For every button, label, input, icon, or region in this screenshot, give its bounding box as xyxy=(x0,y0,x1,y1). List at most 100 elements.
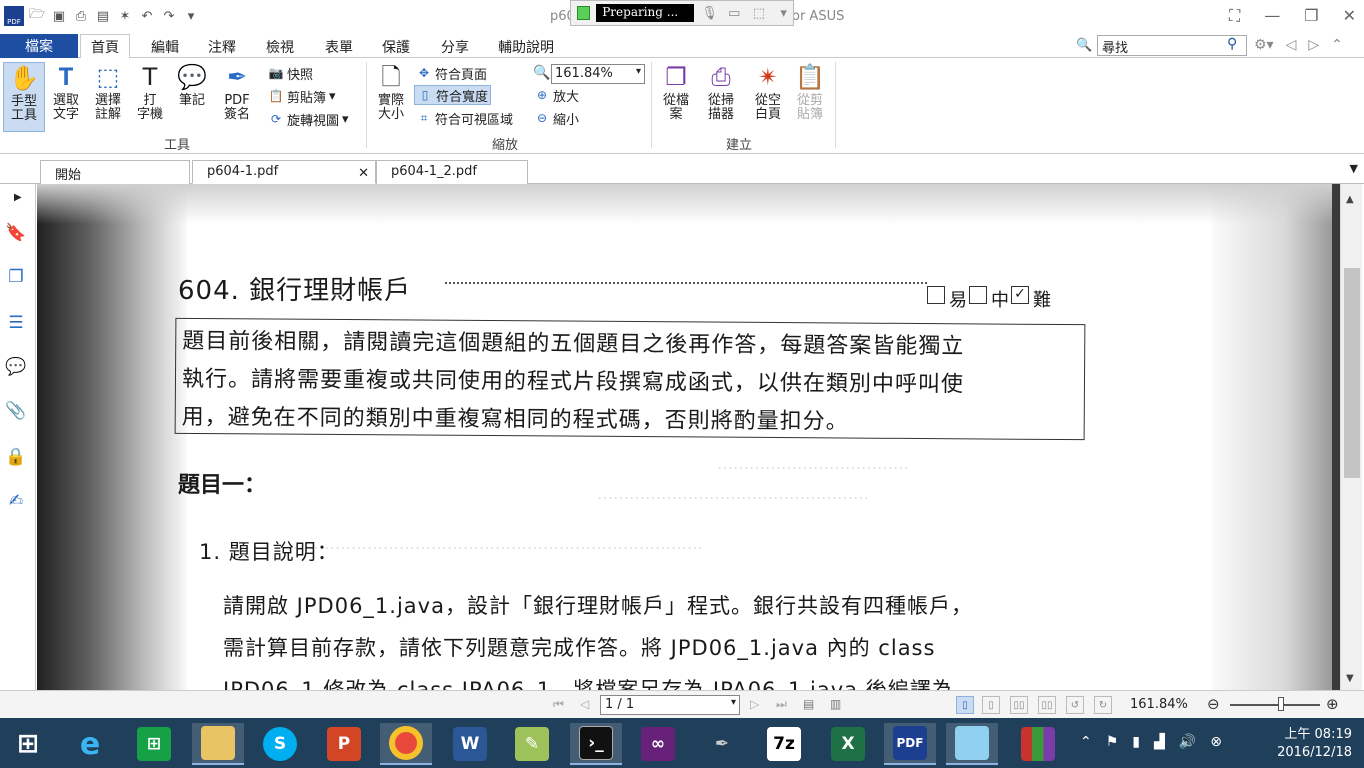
volume-icon[interactable]: 🔊 xyxy=(1179,734,1196,750)
taskbar-cmd[interactable]: ›_ xyxy=(570,723,622,765)
select-text-button[interactable]: 𝐓 選取 文字 xyxy=(46,62,86,122)
fit-page-button[interactable]: ✥ 符合頁面 xyxy=(414,63,489,83)
region-select-icon[interactable]: ⬚ xyxy=(750,6,769,21)
scan-icon[interactable]: ▤ xyxy=(94,7,112,25)
search-input[interactable]: 尋找 xyxy=(1097,35,1247,56)
create-blank-button[interactable]: ✴ 從空 白頁 xyxy=(748,62,788,122)
comments-icon[interactable]: 💬 xyxy=(5,356,27,378)
actual-size-button[interactable]: 🗋 實際 大小 xyxy=(372,62,410,122)
attachment-icon[interactable]: 📎 xyxy=(5,400,27,422)
taskbar-7zip[interactable]: 7z xyxy=(758,723,810,765)
start-button[interactable]: ⊞ xyxy=(2,723,54,765)
taskbar-feather[interactable]: ✒ xyxy=(696,723,748,765)
zoom-slider[interactable] xyxy=(1230,704,1320,706)
tab-comment[interactable]: 注釋 xyxy=(208,37,236,57)
zoom-out-icon[interactable]: ⊖ xyxy=(1207,695,1220,713)
taskbar-chrome[interactable] xyxy=(380,723,432,765)
microphone-icon[interactable]: 🎙 xyxy=(700,6,719,21)
search-icon[interactable]: ⚲ xyxy=(1227,36,1237,52)
find-folder-icon[interactable]: 🔍 xyxy=(1076,38,1092,53)
taskbar-store[interactable]: ⊞ xyxy=(128,723,180,765)
tabs-dropdown-icon[interactable]: ▼ xyxy=(1350,162,1358,175)
tab-start[interactable]: 開始 xyxy=(40,160,190,184)
taskbar-powerpoint[interactable]: P xyxy=(318,723,370,765)
pdf-app-icon[interactable]: PDF xyxy=(4,6,24,26)
taskbar-notepad-plus-plus[interactable]: ✎ xyxy=(506,723,558,765)
document-viewer[interactable]: ……………………………… …………………………………………… ………………………… xyxy=(37,184,1332,690)
tab-home[interactable]: 首頁 xyxy=(80,34,130,59)
typewriter-button[interactable]: T 打 字機 xyxy=(130,62,170,122)
tab-edit[interactable]: 編輯 xyxy=(151,37,179,57)
ribbon-collapse-icon[interactable]: ⌃ xyxy=(1331,37,1343,53)
continuous-view-icon[interactable]: ▤ xyxy=(803,697,814,711)
snapshot-button[interactable]: 📷 快照 xyxy=(266,63,315,83)
taskbar-ie[interactable]: e xyxy=(64,723,116,765)
close-icon[interactable]: ✕ xyxy=(358,166,369,181)
fullscreen-icon[interactable]: ⛶ xyxy=(1229,6,1240,26)
close-button[interactable]: ✕ xyxy=(1343,6,1356,26)
save-icon[interactable]: ▣ xyxy=(50,7,68,25)
tab-p604-1[interactable]: p604-1.pdf ✕ xyxy=(192,160,376,184)
camera-off-icon[interactable]: ▭ xyxy=(725,6,744,21)
lock-icon[interactable]: 🔒 xyxy=(5,446,27,468)
two-page-continuous-icon[interactable]: ▯▯ xyxy=(1038,696,1056,714)
layers-icon[interactable]: ☰ xyxy=(5,312,27,334)
zoom-in-button[interactable]: ⊕ 放大 xyxy=(532,85,581,105)
taskbar-excel[interactable]: X xyxy=(822,723,874,765)
two-page-icon[interactable]: ▯▯ xyxy=(1010,696,1028,714)
flag-icon[interactable]: ⚑ xyxy=(1106,734,1119,750)
chevron-down-icon[interactable]: ▾ xyxy=(774,6,793,21)
record-indicator-icon[interactable] xyxy=(577,6,591,20)
gear-icon[interactable]: ⚙▾ xyxy=(1254,37,1274,53)
continuous-page-icon[interactable]: ▯ xyxy=(982,696,1000,714)
taskbar-notepad[interactable] xyxy=(946,723,998,765)
rotate-view-button[interactable]: ⟳ 旋轉視圖 ▾ xyxy=(266,109,351,129)
hand-tool-button[interactable]: ✋ 手型 工具 xyxy=(3,62,45,132)
tab-view[interactable]: 檢視 xyxy=(266,37,294,57)
taskbar-winrar[interactable] xyxy=(1012,723,1064,765)
select-annotation-button[interactable]: ⬚ 選擇 註解 xyxy=(88,62,128,122)
restore-button[interactable]: ❐ xyxy=(1304,6,1318,26)
last-page-icon[interactable]: ⏭ xyxy=(776,697,787,712)
vertical-scrollbar[interactable]: ▲ ▼ xyxy=(1340,184,1362,690)
create-from-file-button[interactable]: ❐ 從檔 案 xyxy=(656,62,696,122)
taskbar-visual-studio[interactable]: ∞ xyxy=(632,723,684,765)
minimize-button[interactable]: — xyxy=(1264,6,1280,26)
zoom-select[interactable]: 161.84% xyxy=(551,64,645,84)
rotate-left-icon[interactable]: ↺ xyxy=(1066,696,1084,714)
find-next-icon[interactable]: ▷ xyxy=(1308,37,1319,53)
battery-icon[interactable]: ▮ xyxy=(1132,734,1140,750)
zoom-out-button[interactable]: ⊖ 縮小 xyxy=(532,108,581,128)
file-tab[interactable]: 檔案 xyxy=(0,34,78,58)
scroll-thumb[interactable] xyxy=(1344,268,1360,478)
qat-dropdown-icon[interactable]: ▾ xyxy=(182,7,200,25)
signal-icon[interactable]: ▟ xyxy=(1154,734,1165,750)
redo-icon[interactable]: ↷ xyxy=(160,7,178,25)
zoom-in-icon[interactable]: ⊕ xyxy=(1326,695,1339,713)
taskbar-word[interactable]: W xyxy=(444,723,496,765)
facing-view-icon[interactable]: ▥ xyxy=(830,697,841,711)
page-number-select[interactable]: 1 / 1 xyxy=(600,695,740,715)
scroll-down-icon[interactable]: ▼ xyxy=(1346,673,1354,684)
tab-help[interactable]: 輔助說明 xyxy=(498,37,554,57)
create-from-clipboard-button[interactable]: 📋 從剪 貼簿 xyxy=(790,62,830,122)
zoom-slider-thumb[interactable] xyxy=(1278,697,1284,711)
tab-share[interactable]: 分享 xyxy=(441,37,469,57)
tab-protect[interactable]: 保護 xyxy=(382,37,410,57)
taskbar-explorer[interactable] xyxy=(192,723,244,765)
notification-icon[interactable]: ⊗ xyxy=(1210,734,1222,750)
signature-icon[interactable]: ✍ xyxy=(5,490,27,512)
new-icon[interactable]: ✶ xyxy=(116,7,134,25)
tray-expand-icon[interactable]: ⌃ xyxy=(1080,734,1092,750)
next-page-icon[interactable]: ▷ xyxy=(750,697,759,711)
first-page-icon[interactable]: ⏮ xyxy=(553,697,564,712)
system-clock[interactable]: 上午 08:19 2016/12/18 xyxy=(1262,726,1352,762)
note-button[interactable]: 💬 筆記 xyxy=(172,62,212,108)
print-icon[interactable]: ⎙ xyxy=(72,7,90,25)
single-page-icon[interactable]: ▯ xyxy=(956,696,974,714)
taskbar-pdf-reader[interactable]: PDF xyxy=(884,723,936,765)
fit-visible-button[interactable]: ⌗ 符合可視區域 xyxy=(414,108,515,128)
pages-icon[interactable]: ❐ xyxy=(5,266,27,288)
clipboard-button[interactable]: 📋 剪貼簿 ▾ xyxy=(266,86,338,106)
open-folder-icon[interactable]: 🗁 xyxy=(28,7,46,25)
